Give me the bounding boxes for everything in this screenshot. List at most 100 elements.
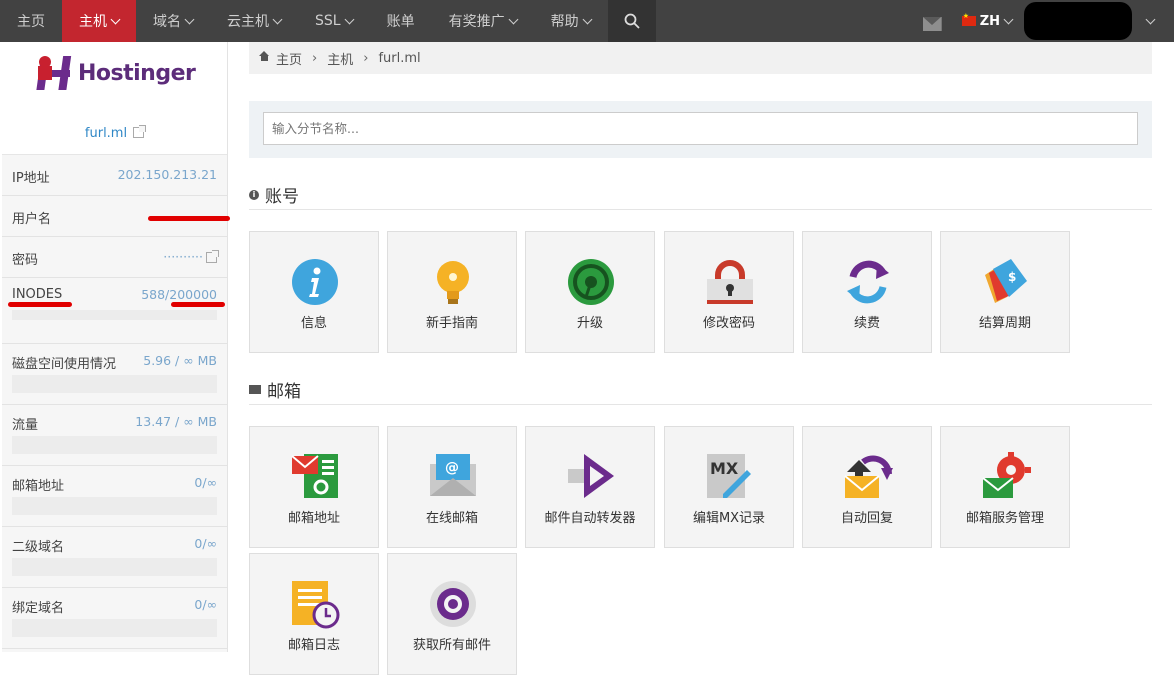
disk-label: 磁盘空间使用情况 xyxy=(12,357,117,372)
subdomains-value: 0/∞ xyxy=(194,536,217,551)
domain-label: furl.ml xyxy=(84,126,128,141)
bandwidth-value: 13.47 / ∞ MB xyxy=(135,414,217,429)
info-row-password: 密码 ·········· xyxy=(2,237,227,278)
tile-webmail-label: 在线邮箱 xyxy=(425,511,478,526)
tile-edit-mx[interactable]: MX 编辑MX记录 xyxy=(664,426,794,548)
nav-help[interactable]: 帮助 xyxy=(534,0,608,42)
top-navbar: 主页 主机 域名 云主机 SSL 账单 有奖推广 帮助 ZH xyxy=(0,0,1174,49)
forward-arrow-icon xyxy=(568,454,614,498)
logo-text: Hostinger xyxy=(78,60,196,86)
nav-cloud[interactable]: 云主机 xyxy=(210,0,298,42)
stat-subdomains: 二级域名 0/∞ xyxy=(2,527,227,588)
fetch-mail-icon xyxy=(430,581,476,627)
nav-cloud-label: 云主机 xyxy=(227,14,269,30)
parked-domains-progress-bar xyxy=(12,619,217,637)
language-selector[interactable]: ZH xyxy=(961,12,1014,29)
nav-home-label: 主页 xyxy=(17,14,45,30)
stat-inodes: INODES 588/200000 xyxy=(2,278,227,344)
tile-email-accounts-label: 邮箱地址 xyxy=(287,511,340,526)
chevron-down-icon xyxy=(344,14,355,24)
tile-email-logs[interactable]: 邮箱日志 xyxy=(249,553,379,675)
stat-parked-domains: 绑定域名 0/∞ xyxy=(2,588,227,649)
tile-email-logs-label: 邮箱日志 xyxy=(287,638,340,653)
tile-getting-started-label: 新手指南 xyxy=(425,316,478,331)
password-label: 密码 xyxy=(12,253,39,268)
chevron-down-icon xyxy=(582,14,593,24)
padlock-icon xyxy=(707,260,753,304)
svg-text:$: $ xyxy=(1008,270,1016,284)
tile-edit-mx-label: 编辑MX记录 xyxy=(692,511,766,526)
speedometer-icon xyxy=(568,259,614,305)
password-value: ·········· xyxy=(163,249,203,264)
info-row-ip: IP地址 202.150.213.21 xyxy=(2,155,227,196)
disk-value: 5.96 / ∞ MB xyxy=(143,353,217,368)
tile-upgrade[interactable]: 升级 xyxy=(525,231,655,353)
section-email-title: 邮箱 xyxy=(267,382,301,402)
nav-ssl[interactable]: SSL xyxy=(298,0,370,42)
search-button[interactable] xyxy=(607,0,656,42)
nav-home[interactable]: 主页 xyxy=(0,0,62,42)
tile-change-password[interactable]: 修改密码 xyxy=(664,231,794,353)
external-link-icon xyxy=(133,125,147,138)
chevron-down-icon xyxy=(184,14,195,24)
tile-renew[interactable]: 续费 xyxy=(802,231,932,353)
china-flag-icon xyxy=(961,12,976,26)
bandwidth-label: 流量 xyxy=(12,418,39,433)
chevron-down-icon xyxy=(272,14,283,24)
nav-domains-label: 域名 xyxy=(153,14,181,30)
breadcrumb-home[interactable]: 主页 xyxy=(276,49,302,68)
bandwidth-progress-bar xyxy=(12,436,217,454)
username-label: 用户名 xyxy=(12,212,52,227)
section-account-header: i 账号 xyxy=(249,180,1152,210)
email-log-icon xyxy=(292,581,340,629)
mx-record-icon: MX xyxy=(707,454,751,498)
email-gear-icon xyxy=(982,452,1031,498)
chevron-down-icon xyxy=(110,14,121,24)
section-email-header: 邮箱 xyxy=(249,375,1152,405)
logo-area: Hostinger furl.ml xyxy=(2,42,227,155)
tile-change-password-label: 修改密码 xyxy=(702,316,755,331)
nav-help-label: 帮助 xyxy=(550,14,579,30)
svg-text:@: @ xyxy=(445,460,459,476)
tile-getting-started[interactable]: 新手指南 xyxy=(387,231,517,353)
nav-referral[interactable]: 有奖推广 xyxy=(432,0,534,42)
breadcrumb-separator: › xyxy=(363,50,369,66)
inodes-progress-bar xyxy=(12,310,217,320)
emails-progress-bar xyxy=(12,497,217,515)
red-underline-mark xyxy=(8,302,72,307)
tile-webmail[interactable]: @ 在线邮箱 xyxy=(387,426,517,548)
tile-billing-cycle[interactable]: $ 结算周期 xyxy=(940,231,1070,353)
section-search-box xyxy=(249,101,1152,158)
tile-email-forwarders[interactable]: 邮件自动转发器 xyxy=(525,426,655,548)
tile-email-service-management[interactable]: 邮箱服务管理 xyxy=(940,426,1070,548)
hostinger-logo: Hostinger xyxy=(36,48,196,98)
tile-billing-cycle-label: 结算周期 xyxy=(978,316,1031,331)
tile-info[interactable]: 信息 xyxy=(249,231,379,353)
account-menu-redacted[interactable] xyxy=(1024,2,1132,40)
section-search-input[interactable] xyxy=(263,112,1138,145)
price-tags-icon: $ xyxy=(985,259,1027,303)
nav-billing[interactable]: 账单 xyxy=(370,0,432,42)
nav-referral-label: 有奖推广 xyxy=(448,14,505,30)
tile-email-forwarders-label: 邮件自动转发器 xyxy=(544,511,636,526)
external-link-icon[interactable] xyxy=(206,250,219,263)
email-accounts-icon xyxy=(291,454,338,498)
nav-hosting[interactable]: 主机 xyxy=(62,0,136,49)
inodes-value: 588/200000 xyxy=(141,287,217,302)
breadcrumb-current: furl.ml xyxy=(378,50,421,66)
parked-domains-value: 0/∞ xyxy=(194,597,217,612)
tile-autoresponder[interactable]: 自动回复 xyxy=(802,426,932,548)
hostinger-h-icon xyxy=(36,56,72,90)
chevron-down-icon[interactable] xyxy=(1145,14,1156,24)
tile-fetch-all-mail[interactable]: 获取所有邮件 xyxy=(387,553,517,675)
domain-link[interactable]: furl.ml xyxy=(2,125,227,141)
tile-renew-label: 续费 xyxy=(853,316,880,331)
tile-email-accounts[interactable]: 邮箱地址 xyxy=(249,426,379,548)
breadcrumb-hosting[interactable]: 主机 xyxy=(327,49,353,68)
nav-billing-label: 账单 xyxy=(386,14,415,30)
renew-arrows-icon xyxy=(847,260,889,304)
nav-domains[interactable]: 域名 xyxy=(136,0,210,42)
lightbulb-icon xyxy=(437,261,469,304)
parked-domains-label: 绑定域名 xyxy=(12,601,65,616)
envelope-icon[interactable] xyxy=(922,17,942,31)
